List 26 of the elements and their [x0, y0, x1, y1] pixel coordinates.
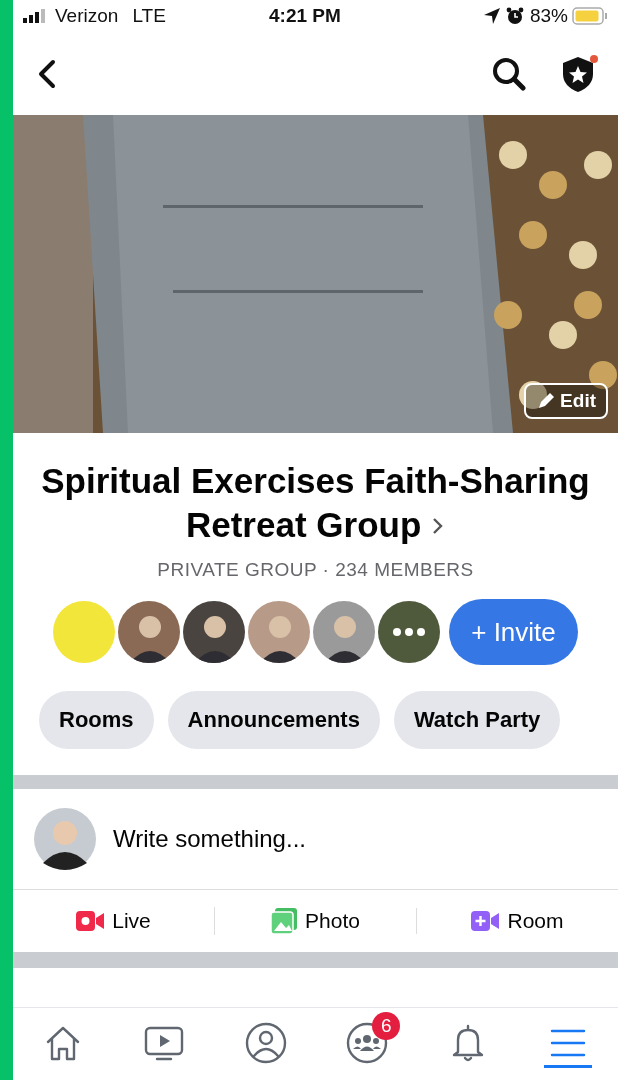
- clock-time: 4:21 PM: [269, 5, 342, 27]
- group-title[interactable]: Spiritual Exercises Faith-Sharing Retreat Group: [33, 459, 598, 547]
- video-plus-icon: [471, 911, 500, 931]
- alarm-clock-icon: [505, 7, 524, 25]
- pencil-icon: [536, 391, 557, 411]
- photo-icon: [271, 908, 298, 934]
- battery-percent: 83%: [529, 5, 568, 27]
- profile-icon[interactable]: [244, 1021, 287, 1064]
- edit-cover-button[interactable]: Edit: [524, 383, 608, 419]
- shortcut-chip[interactable]: Announcements: [167, 691, 380, 749]
- avatar: [33, 807, 97, 871]
- battery-icon: [572, 7, 608, 25]
- carrier-name: Verizon: [55, 5, 119, 27]
- location-arrow-icon: [483, 8, 500, 24]
- group-subtitle: PRIVATE GROUP · 234 MEMBERS: [156, 559, 475, 581]
- post-action-button[interactable]: Live: [13, 908, 214, 934]
- more-icon: [393, 628, 426, 636]
- groups-icon[interactable]: [346, 1021, 389, 1064]
- post-action-button[interactable]: Room: [416, 908, 618, 934]
- shortcut-chip[interactable]: Watch Party: [393, 691, 561, 749]
- network-type: LTE: [132, 5, 166, 27]
- shortcut-chip[interactable]: Rooms: [39, 691, 154, 749]
- post-action-button[interactable]: Photo: [214, 907, 416, 935]
- video-camera-icon: [76, 911, 105, 931]
- invite-button[interactable]: + Invite: [449, 599, 578, 665]
- notification-badge: 6: [372, 1011, 401, 1040]
